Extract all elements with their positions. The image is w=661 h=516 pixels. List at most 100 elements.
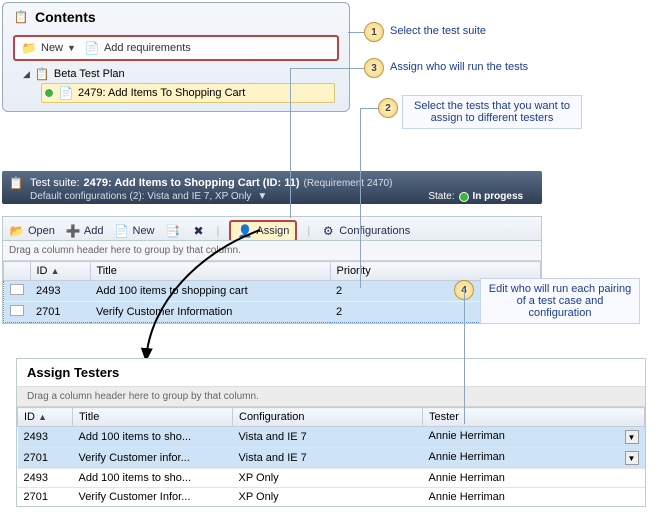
connector [360,108,361,288]
new-button[interactable]: 📁 New ▼ [21,40,76,56]
col-tester[interactable]: Tester [423,408,645,427]
cell-tester: Annie Herriman▼ [423,448,645,469]
tree: ◢ 📋 Beta Test Plan 📄 2479: Add Items To … [23,65,335,103]
tester-dropdown[interactable]: ▼ [625,451,639,465]
state-play-icon [459,192,469,202]
folder-icon: 📁 [21,40,37,56]
assign-button[interactable]: 👤Assign [229,220,297,242]
play-icon [44,88,54,98]
add-button[interactable]: ➕Add [65,223,104,239]
cell-id: 2701 [18,488,73,507]
table-header: ID ▲ Title Priority [4,262,541,281]
col-config[interactable]: Configuration [233,408,423,427]
state-value: In progess [473,191,524,202]
connector [464,290,465,424]
table-row[interactable]: 2493 Add 100 items to sho... XP Only Ann… [18,469,645,488]
open-icon: 📂 [9,223,25,239]
suite-req: (Requirement 2470) [303,178,392,189]
connector [360,108,378,109]
add-label: Add [84,225,104,237]
suite-header-icon: 📋 [8,175,24,191]
step-2-badge: 2 [378,98,398,118]
col-id[interactable]: ID ▲ [18,408,73,427]
suite-title: 2479: Add Items to Shopping Cart (ID: 11… [84,177,300,189]
suite-icon: 📄 [58,85,74,101]
cell-title: Add 100 items to sho... [73,427,233,448]
plan-icon: 📋 [34,66,50,82]
copy-button[interactable]: 📑 [165,223,181,239]
cell-title: Verify Customer Information [90,302,330,323]
step-1-text: Select the test suite [390,25,486,37]
cell-title: Add 100 items to shopping cart [90,281,330,302]
assign-label: Assign [256,225,289,237]
add-requirements-button[interactable]: 📄 Add requirements [84,40,191,56]
new-test-button[interactable]: 📄New [114,223,155,239]
cell-tester: Annie Herriman [423,469,645,488]
chevron-down-icon: ▼ [67,43,76,53]
cell-id: 2493 [30,281,90,302]
chevron-down-icon[interactable]: ▼ [527,192,536,202]
connector [290,68,291,218]
cell-title: Add 100 items to sho... [73,469,233,488]
step-4-text: Edit who will run each pairing of a test… [480,278,640,324]
cell-config: XP Only [233,469,423,488]
table-row[interactable]: 2493 Add 100 items to sho... Vista and I… [18,427,645,448]
new-label: New [133,225,155,237]
expand-icon[interactable]: ◢ [23,69,30,80]
col-title[interactable]: Title [73,408,233,427]
add-req-icon: 📄 [84,40,100,56]
open-label: Open [28,225,55,237]
new-label: New [41,42,63,54]
new-icon: 📄 [114,223,130,239]
cell-id: 2493 [18,469,73,488]
connector [290,68,364,69]
table-row[interactable]: 2701 Verify Customer infor... Vista and … [18,448,645,469]
list-icon: 📋 [13,9,29,25]
table-header: ID ▲ Title Configuration Tester [18,408,645,427]
chevron-down-icon[interactable]: ▼ [257,191,267,202]
suite-sub: Default configurations (2): Vista and IE… [30,191,251,202]
separator: | [217,225,220,237]
assign-title: Assign Testers [17,359,645,387]
group-hint: Drag a column header here to group by th… [3,241,541,261]
assign-testers-panel: Assign Testers Drag a column header here… [16,358,646,507]
contents-toolbar: 📁 New ▼ 📄 Add requirements [13,35,339,61]
cell-id: 2493 [18,427,73,448]
sort-asc-icon: ▲ [51,266,60,276]
doc-icon [10,305,24,316]
suite-header: 📋 Test suite: 2479: Add Items to Shoppin… [2,171,542,204]
col-icon[interactable] [4,262,31,281]
step-1-badge: 1 [364,22,384,42]
cell-tester: Annie Herriman [423,488,645,507]
cell-config: XP Only [233,488,423,507]
copy-icon: 📑 [165,223,181,239]
contents-header: 📋 Contents [3,3,349,31]
cell-tester: Annie Herriman▼ [423,427,645,448]
assign-table: ID ▲ Title Configuration Tester 2493 Add… [17,407,645,506]
user-icon: 👤 [237,223,253,239]
tester-dropdown[interactable]: ▼ [625,430,639,444]
contents-title: Contents [35,9,96,25]
step-3-badge: 3 [364,58,384,78]
suite-item-label: 2479: Add Items To Shopping Cart [78,87,245,99]
state-label: State: [428,191,454,202]
col-title[interactable]: Title [90,262,330,281]
col-id[interactable]: ID ▲ [30,262,90,281]
gear-icon: ⚙ [320,223,336,239]
delete-button[interactable]: ✖ [191,223,207,239]
separator: | [307,225,310,237]
step-2-text: Select the tests that you want to assign… [402,95,582,129]
cell-config: Vista and IE 7 [233,448,423,469]
table-row[interactable]: 2701 Verify Customer Information 2 [4,302,541,323]
plan-label: Beta Test Plan [54,68,125,80]
suite-prefix: Test suite: [30,177,80,189]
open-button[interactable]: 📂Open [9,223,55,239]
sort-asc-icon: ▲ [38,412,47,422]
table-row[interactable]: 2701 Verify Customer Infor... XP Only An… [18,488,645,507]
tree-plan[interactable]: ◢ 📋 Beta Test Plan [23,65,335,83]
contents-panel: 📋 Contents 📁 New ▼ 📄 Add requirements ◢ … [2,2,350,112]
connector [348,32,364,33]
step-3-text: Assign who will run the tests [390,61,528,73]
add-req-label: Add requirements [104,42,191,54]
configurations-button[interactable]: ⚙Configurations [320,223,410,239]
